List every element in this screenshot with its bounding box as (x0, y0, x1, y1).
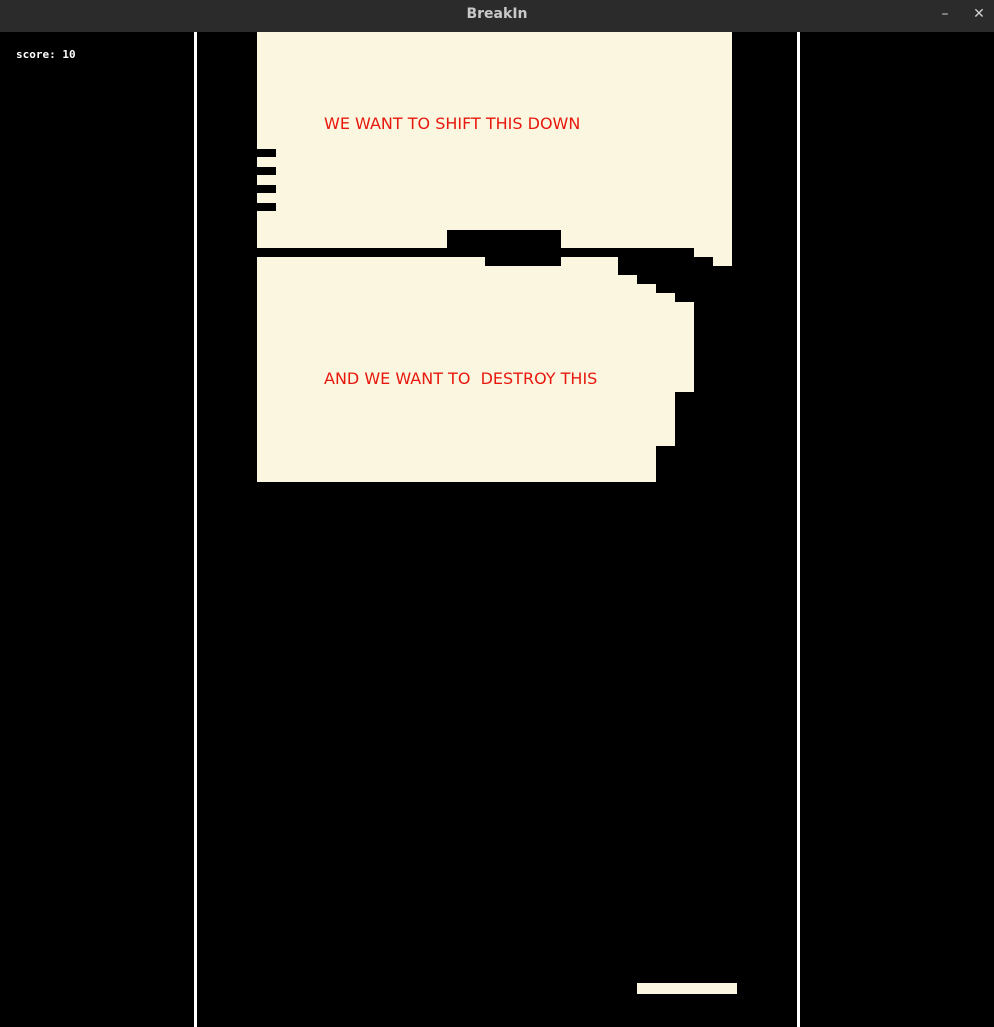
close-button[interactable]: ✕ (969, 4, 989, 24)
score-display: score: 10 (16, 48, 76, 61)
notch (257, 203, 276, 211)
title-bar: BreakIn – ✕ (0, 0, 994, 32)
minimize-button[interactable]: – (935, 4, 955, 24)
bottom-brick-label: AND WE WANT TO DESTROY THIS (324, 369, 598, 388)
paddle[interactable] (637, 983, 737, 994)
bottom-brick-row-1b (561, 257, 618, 266)
top-brick-step-2 (637, 239, 732, 248)
notch (257, 185, 276, 193)
top-brick-step-1 (561, 230, 732, 239)
top-brick-region (257, 32, 732, 248)
notch (257, 167, 276, 175)
top-brick-step-3 (694, 248, 732, 257)
top-brick-step-4 (713, 257, 732, 266)
right-wall (797, 32, 800, 1027)
top-brick-label: WE WANT TO SHIFT THIS DOWN (324, 114, 581, 133)
bottom-brick-row-4 (257, 284, 656, 293)
notch (257, 149, 276, 157)
window-title: BreakIn (466, 6, 528, 22)
bottom-brick-row-3 (257, 275, 637, 284)
top-brick-gap (447, 230, 561, 248)
bottom-brick-row-2 (257, 266, 618, 275)
bottom-brick-base (257, 446, 656, 482)
game-canvas[interactable]: score: 10 WE WANT TO SHIFT THIS DOWN AND… (0, 32, 994, 1027)
bottom-brick-row-5 (257, 293, 675, 302)
bottom-brick-lower (257, 392, 675, 446)
left-wall (194, 32, 197, 1027)
bottom-brick-row-1a (257, 257, 485, 266)
